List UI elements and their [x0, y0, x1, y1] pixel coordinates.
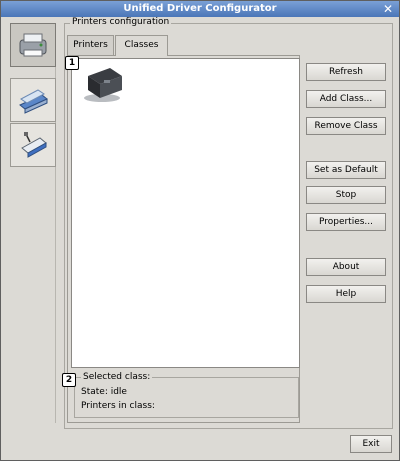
printer-class-icon: [84, 68, 122, 102]
window-title: Unified Driver Configurator: [123, 3, 277, 14]
tab-classes[interactable]: Classes: [115, 35, 168, 56]
sidebar-item-printers[interactable]: [10, 23, 56, 67]
properties-button[interactable]: Properties...: [306, 213, 386, 231]
list-item[interactable]: [80, 62, 128, 104]
remove-class-button[interactable]: Remove Class: [306, 117, 386, 135]
callout-1: 1: [65, 56, 79, 70]
printers-in-class-label: Printers in class:: [81, 401, 155, 411]
printer-icon: [19, 33, 47, 57]
class-list[interactable]: [71, 58, 300, 368]
app-window: Unified Driver Configurator ✕ Printers c…: [0, 0, 400, 461]
set-as-default-button[interactable]: Set as Default: [306, 161, 386, 179]
state-label: State: idle: [81, 387, 127, 397]
callout-2: 2: [62, 373, 76, 387]
title-bar: Unified Driver Configurator ✕: [1, 1, 399, 17]
sidebar: [10, 23, 56, 423]
selected-class-group: [74, 377, 299, 418]
close-icon[interactable]: ✕: [381, 2, 395, 16]
help-button[interactable]: Help: [306, 285, 386, 303]
sidebar-item-ports[interactable]: [10, 123, 56, 167]
scanner-icon: [19, 89, 48, 114]
stop-button[interactable]: Stop: [306, 186, 386, 204]
port-icon: [21, 132, 47, 158]
group-title: Printers configuration: [70, 17, 172, 27]
refresh-button[interactable]: Refresh: [306, 63, 386, 81]
exit-button[interactable]: Exit: [350, 435, 392, 453]
sidebar-item-scanners[interactable]: [10, 78, 56, 122]
about-button[interactable]: About: [306, 258, 386, 276]
add-class-button[interactable]: Add Class...: [306, 90, 386, 108]
selected-class-title: Selected class:: [81, 372, 153, 382]
tab-printers[interactable]: Printers: [67, 35, 114, 55]
